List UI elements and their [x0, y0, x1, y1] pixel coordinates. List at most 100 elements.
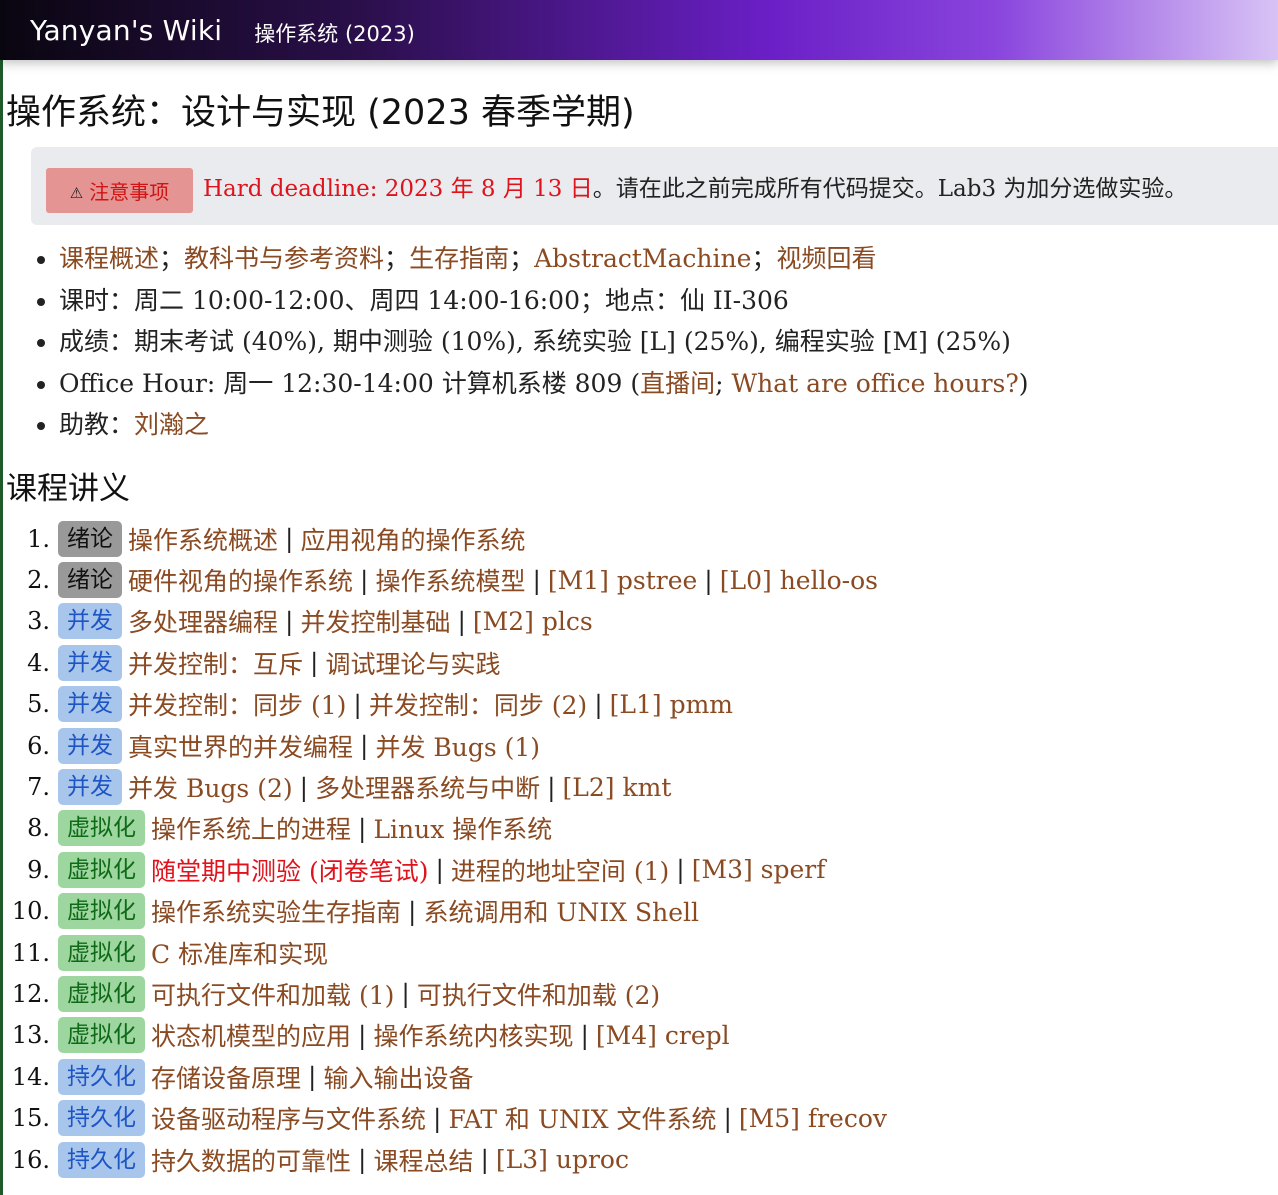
lecture-link[interactable]: 操作系统实验生存指南: [151, 893, 401, 929]
separator: |: [358, 1020, 367, 1050]
lecture-number: 11.: [11, 938, 50, 967]
lecture-link[interactable]: 并发控制基础: [300, 603, 450, 639]
ta-label: 助教：: [59, 410, 135, 439]
separator: |: [308, 1062, 317, 1092]
info-office-hour-item: Office Hour: 周一 12:30-14:00 计算机系楼 809 (直…: [59, 363, 1029, 405]
info-links-item: 课程概述；教科书与参考资料；生存指南；AbstractMachine；视频回看: [59, 238, 1029, 280]
separator: |: [435, 855, 444, 885]
separator: |: [433, 1103, 442, 1133]
notice-deadline: Hard deadline: 2023 年 8 月 13 日: [203, 176, 593, 202]
lecture-number: 15.: [11, 1104, 50, 1133]
lecture-link[interactable]: 并发控制：同步 (1): [128, 686, 346, 722]
separator: |: [285, 606, 294, 636]
separator: |: [723, 1103, 732, 1133]
lecture-number: 13.: [11, 1021, 50, 1050]
section-title-lectures: 课程讲义: [6, 471, 130, 507]
lecture-link[interactable]: 多处理器编程: [128, 603, 278, 639]
link-ta-name[interactable]: 刘瀚之: [134, 410, 209, 439]
separator: |: [353, 689, 362, 719]
lecture-link[interactable]: [M2] plcs: [473, 607, 593, 636]
separator: ；: [751, 244, 777, 273]
lecture-link[interactable]: 输入输出设备: [323, 1059, 473, 1095]
link-survival-guide[interactable]: 生存指南: [409, 244, 509, 273]
link-what-are-office-hours[interactable]: What are office hours?: [731, 369, 1018, 398]
lecture-link[interactable]: 可执行文件和加载 (1): [151, 976, 394, 1012]
nav-link-os-2023[interactable]: 操作系统 (2023): [254, 18, 415, 48]
lecture-tag: 并发: [58, 727, 122, 764]
notice-badge: ⚠ 注意事项: [46, 168, 193, 213]
lecture-link[interactable]: 并发 Bugs (2): [128, 769, 293, 805]
separator: |: [358, 813, 367, 843]
info-hours-item: 课时：周二 10:00-12:00、周四 14:00-16:00；地点：仙 II…: [59, 280, 1029, 322]
separator: |: [547, 772, 556, 802]
lecture-link[interactable]: [M3] sperf: [692, 855, 826, 884]
lecture-row: 5. 并发 并发控制：同步 (1) | 并发控制：同步 (2) | [L1] pmm: [0, 684, 887, 725]
lecture-tag: 绪论: [58, 520, 122, 557]
lecture-row: 14. 持久化 存储设备原理 | 输入输出设备: [0, 1056, 887, 1097]
lecture-link[interactable]: [L2] kmt: [563, 773, 672, 802]
lecture-link[interactable]: 设备驱动程序与文件系统: [151, 1100, 426, 1136]
lecture-link[interactable]: 操作系统概述: [128, 521, 278, 557]
lecture-row: 11. 虚拟化 C 标准库和实现: [0, 932, 887, 973]
site-brand[interactable]: Yanyan's Wiki: [30, 14, 222, 47]
lecture-link[interactable]: 进程的地址空间 (1): [451, 852, 669, 888]
lecture-link[interactable]: 课程总结: [373, 1142, 473, 1178]
lecture-link[interactable]: [L3] uproc: [496, 1145, 629, 1174]
lecture-link[interactable]: 多处理器系统与中断: [315, 769, 540, 805]
lecture-link[interactable]: 存储设备原理: [151, 1059, 301, 1095]
lecture-link[interactable]: 持久数据的可靠性: [151, 1142, 351, 1178]
lecture-link[interactable]: 操作系统上的进程: [151, 810, 351, 846]
lecture-number: 16.: [11, 1145, 50, 1174]
lecture-tag: 虚拟化: [58, 934, 145, 971]
lecture-tag: 绪论: [58, 562, 122, 599]
lecture-link[interactable]: [M4] crepl: [596, 1021, 730, 1050]
lecture-tag: 并发: [58, 603, 122, 640]
notice-box: ⚠ 注意事项 Hard deadline: 2023 年 8 月 13 日。请在…: [31, 147, 1278, 225]
lecture-link[interactable]: 操作系统模型: [375, 562, 525, 598]
lecture-link[interactable]: 随堂期中测验 (闭卷笔试): [151, 852, 428, 888]
warning-icon: ⚠: [69, 184, 84, 202]
lecture-link[interactable]: 应用视角的操作系统: [300, 521, 525, 557]
lecture-number: 6.: [27, 731, 50, 760]
lecture-number: 8.: [27, 814, 50, 843]
lecture-link[interactable]: 并发 Bugs (1): [375, 728, 540, 764]
lecture-link[interactable]: 操作系统内核实现: [373, 1017, 573, 1053]
lecture-link[interactable]: 并发控制：互斥: [128, 645, 303, 681]
lecture-number: 4.: [27, 648, 50, 677]
lecture-link[interactable]: [M5] frecov: [739, 1104, 887, 1133]
lecture-row: 8. 虚拟化 操作系统上的进程 | Linux 操作系统: [0, 808, 887, 849]
lecture-link[interactable]: [L1] pmm: [610, 690, 733, 719]
info-ta-item: 助教：刘瀚之: [59, 404, 1029, 446]
lecture-tag: 虚拟化: [58, 893, 145, 930]
link-abstract-machine[interactable]: AbstractMachine: [534, 244, 751, 273]
lecture-row: 1. 绪论 操作系统概述 | 应用视角的操作系统: [0, 518, 887, 559]
lecture-number: 3.: [27, 607, 50, 636]
link-live-room[interactable]: 直播间: [640, 369, 715, 398]
link-course-overview[interactable]: 课程概述: [59, 244, 159, 273]
lecture-link[interactable]: 调试理论与实践: [325, 645, 500, 681]
separator: |: [594, 689, 603, 719]
separator: ；: [159, 244, 185, 273]
office-hour-text: Office Hour: 周一 12:30-14:00 计算机系楼 809 (: [59, 368, 641, 398]
lecture-link[interactable]: 硬件视角的操作系统: [128, 562, 353, 598]
page-title: 操作系统：设计与实现 (2023 春季学期): [6, 93, 635, 133]
lecture-row: 6. 并发 真实世界的并发编程 | 并发 Bugs (1): [0, 725, 887, 766]
lecture-number: 12.: [11, 979, 50, 1008]
lecture-link[interactable]: [M1] pstree: [548, 566, 697, 595]
lecture-tag: 持久化: [58, 1058, 145, 1095]
lecture-link[interactable]: 并发控制：同步 (2): [369, 686, 587, 722]
lecture-link[interactable]: 真实世界的并发编程: [128, 728, 353, 764]
lecture-tag: 并发: [58, 644, 122, 681]
lecture-row: 3. 并发 多处理器编程 | 并发控制基础 | [M2] plcs: [0, 601, 887, 642]
link-textbooks[interactable]: 教科书与参考资料: [184, 244, 384, 273]
lecture-link[interactable]: 可执行文件和加载 (2): [417, 976, 660, 1012]
lecture-link[interactable]: C 标准库和实现: [151, 935, 328, 971]
lecture-number: 14.: [11, 1062, 50, 1091]
lecture-link[interactable]: [L0] hello-os: [720, 566, 878, 595]
lecture-link[interactable]: Linux 操作系统: [373, 810, 552, 846]
lecture-link[interactable]: 系统调用和 UNIX Shell: [423, 893, 699, 929]
lecture-link[interactable]: 状态机模型的应用: [151, 1017, 351, 1053]
link-video-replay[interactable]: 视频回看: [776, 244, 876, 273]
lecture-link[interactable]: FAT 和 UNIX 文件系统: [448, 1100, 716, 1136]
lecture-row: 7. 并发 并发 Bugs (2) | 多处理器系统与中断 | [L2] kmt: [0, 766, 887, 807]
